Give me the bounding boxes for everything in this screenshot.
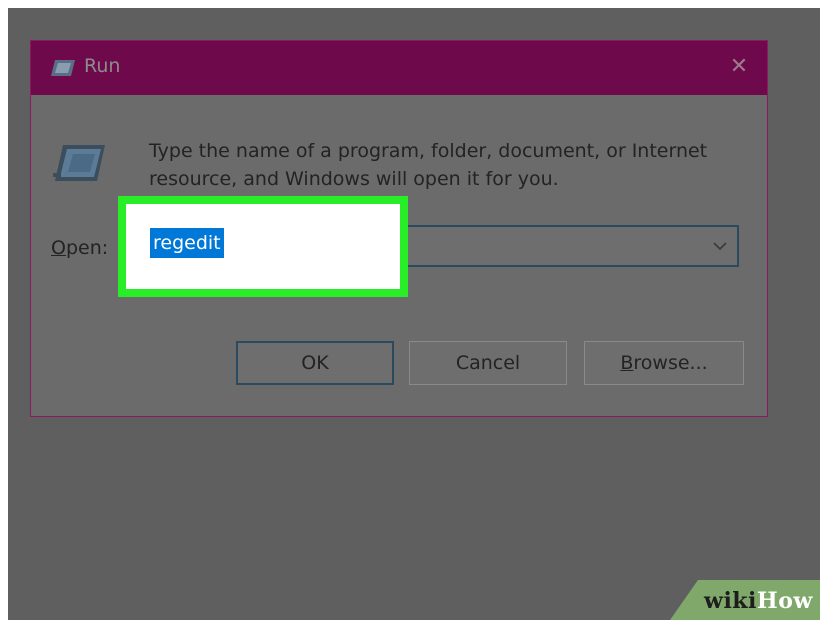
- open-label-rest: pen:: [65, 237, 109, 259]
- chevron-down-icon: [713, 242, 727, 251]
- browse-accelerator: B: [620, 352, 634, 374]
- instruction-line-2: resource, and Windows will open it for y…: [149, 168, 559, 190]
- browse-label-rest: rowse...: [633, 352, 708, 374]
- open-label-accelerator: O: [51, 237, 66, 259]
- logo-wiki: wiki: [704, 588, 757, 614]
- run-icon: [51, 60, 75, 76]
- cancel-button[interactable]: Cancel: [409, 341, 567, 385]
- close-button[interactable]: ✕: [727, 55, 751, 79]
- instruction-line-1: Type the name of a program, folder, docu…: [149, 140, 708, 162]
- wikihow-logo: wikiHow: [704, 588, 813, 614]
- open-label: Open:: [51, 237, 108, 259]
- browse-button[interactable]: Browse...: [584, 341, 744, 385]
- wikihow-watermark: wikiHow: [670, 580, 820, 620]
- close-icon: ✕: [729, 54, 749, 79]
- program-window-icon: [53, 145, 105, 181]
- title-bar[interactable]: Run ✕: [31, 41, 767, 95]
- logo-how: How: [756, 588, 813, 614]
- instruction-text: Type the name of a program, folder, docu…: [149, 137, 749, 193]
- ok-button[interactable]: OK: [236, 341, 394, 385]
- window-title: Run: [84, 55, 121, 77]
- dropdown-button[interactable]: [709, 235, 731, 257]
- open-input[interactable]: regedit: [150, 228, 224, 258]
